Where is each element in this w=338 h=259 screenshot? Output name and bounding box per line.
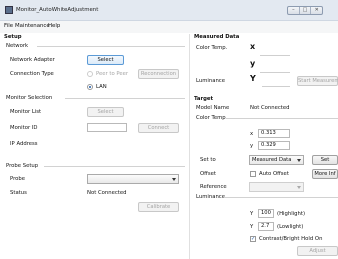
offset-label: Offset: [200, 171, 216, 177]
probe-setup-label: Probe Setup: [6, 163, 39, 169]
contrast-hold-checkbox[interactable]: ✓: [250, 236, 256, 242]
set-to-dropdown[interactable]: Measured Data: [249, 155, 304, 165]
menu-file[interactable]: File: [4, 23, 13, 29]
close-button[interactable]: ✕: [311, 7, 322, 14]
status-value: Not Connected: [87, 190, 127, 196]
start-measurement-button[interactable]: Start Measurem: [297, 76, 338, 86]
chevron-down-icon: [297, 186, 301, 189]
probe-setup-line: [44, 166, 185, 167]
adjust-button[interactable]: Adjust: [297, 246, 338, 256]
set-button[interactable]: Set: [312, 155, 338, 165]
auto-offset-label: Auto Offset: [259, 171, 289, 177]
minimize-button[interactable]: –: [288, 7, 300, 14]
target-color-temp-line: [226, 118, 338, 119]
target-luminance-line: [224, 197, 338, 198]
more-info-button[interactable]: More Inf: [312, 169, 338, 179]
monitor-list-label: Monitor List: [10, 109, 42, 115]
measured-x-symbol: x: [250, 42, 256, 51]
target-y-label: y: [250, 143, 254, 149]
lowlight-input[interactable]: 2.7: [258, 222, 274, 231]
measured-color-temp-label: Color Temp.: [196, 45, 228, 51]
network-group-line: [37, 46, 185, 47]
measured-data-heading: Measured Data: [194, 34, 240, 40]
monitor-id-input[interactable]: [87, 123, 127, 132]
probe-dropdown[interactable]: [87, 174, 179, 184]
model-name-label: Model Name: [196, 105, 230, 111]
menu-help[interactable]: Help: [48, 23, 60, 29]
monitor-id-label: Monitor ID: [10, 125, 38, 131]
target-x-label: x: [250, 131, 254, 137]
target-y-input[interactable]: 0.329: [258, 141, 290, 150]
measured-y-underline: [260, 72, 290, 73]
target-heading: Target: [194, 96, 214, 102]
reference-dropdown[interactable]: [249, 182, 304, 192]
chevron-down-icon: [297, 159, 301, 162]
highlight-label: (Highlight): [277, 211, 306, 217]
lowlight-Y-label: Y: [250, 224, 254, 230]
network-select-button[interactable]: Select: [87, 55, 124, 65]
lan-radio[interactable]: [87, 84, 93, 90]
peer-to-peer-label: Peer to Peer: [96, 71, 129, 77]
reference-label: Reference: [200, 184, 227, 190]
setup-heading: Setup: [4, 34, 22, 40]
maximize-button[interactable]: □: [300, 7, 312, 14]
measured-luminance-label: Luminance: [196, 78, 225, 84]
monitor-selection-line: [65, 98, 185, 99]
lowlight-label: (Lowlight): [277, 224, 304, 230]
peer-to-peer-radio[interactable]: [87, 71, 93, 77]
set-to-label: Set to: [200, 157, 216, 163]
network-adapter-label: Network Adapter: [10, 57, 55, 63]
contrast-hold-label: Contrast/Bright Hold On: [259, 236, 323, 242]
highlight-Y-label: Y: [250, 211, 254, 217]
measured-Y-underline: [262, 86, 290, 87]
highlight-input[interactable]: 100: [258, 209, 274, 218]
app-icon: [5, 6, 13, 14]
measured-Y-symbol: Y: [250, 74, 256, 83]
network-group-label: Network: [6, 43, 29, 49]
menu-maintenance[interactable]: Maintenance: [15, 23, 50, 29]
ip-address-label: IP Address: [10, 141, 38, 147]
calibrate-button[interactable]: Calibrate: [138, 202, 179, 212]
window-title: Monitor_AutoWhiteAdjustment: [16, 7, 99, 13]
window-controls: – □ ✕: [287, 6, 323, 15]
measured-y-symbol: y: [250, 59, 256, 68]
auto-offset-checkbox[interactable]: [250, 171, 256, 177]
chevron-down-icon: [172, 178, 176, 181]
model-name-value: Not Connected: [250, 105, 290, 111]
target-x-input[interactable]: 0.313: [258, 129, 290, 138]
set-to-dropdown-value: Measured Data: [252, 157, 292, 163]
probe-label: Probe: [10, 176, 26, 182]
connect-button[interactable]: Connect: [138, 123, 179, 133]
monitor-selection-label: Monitor Selection: [6, 95, 53, 101]
panel-separator: [189, 34, 190, 259]
target-luminance-label: Luminance: [196, 194, 225, 200]
measured-x-underline: [260, 55, 290, 56]
lan-label: LAN: [96, 84, 107, 90]
connection-type-label: Connection Type: [10, 71, 54, 77]
reconnection-button[interactable]: Reconnection: [138, 69, 179, 79]
target-color-temp-label: Color Temp.: [196, 115, 228, 121]
status-label: Status: [10, 190, 27, 196]
monitor-list-select-button[interactable]: Select: [87, 107, 124, 117]
